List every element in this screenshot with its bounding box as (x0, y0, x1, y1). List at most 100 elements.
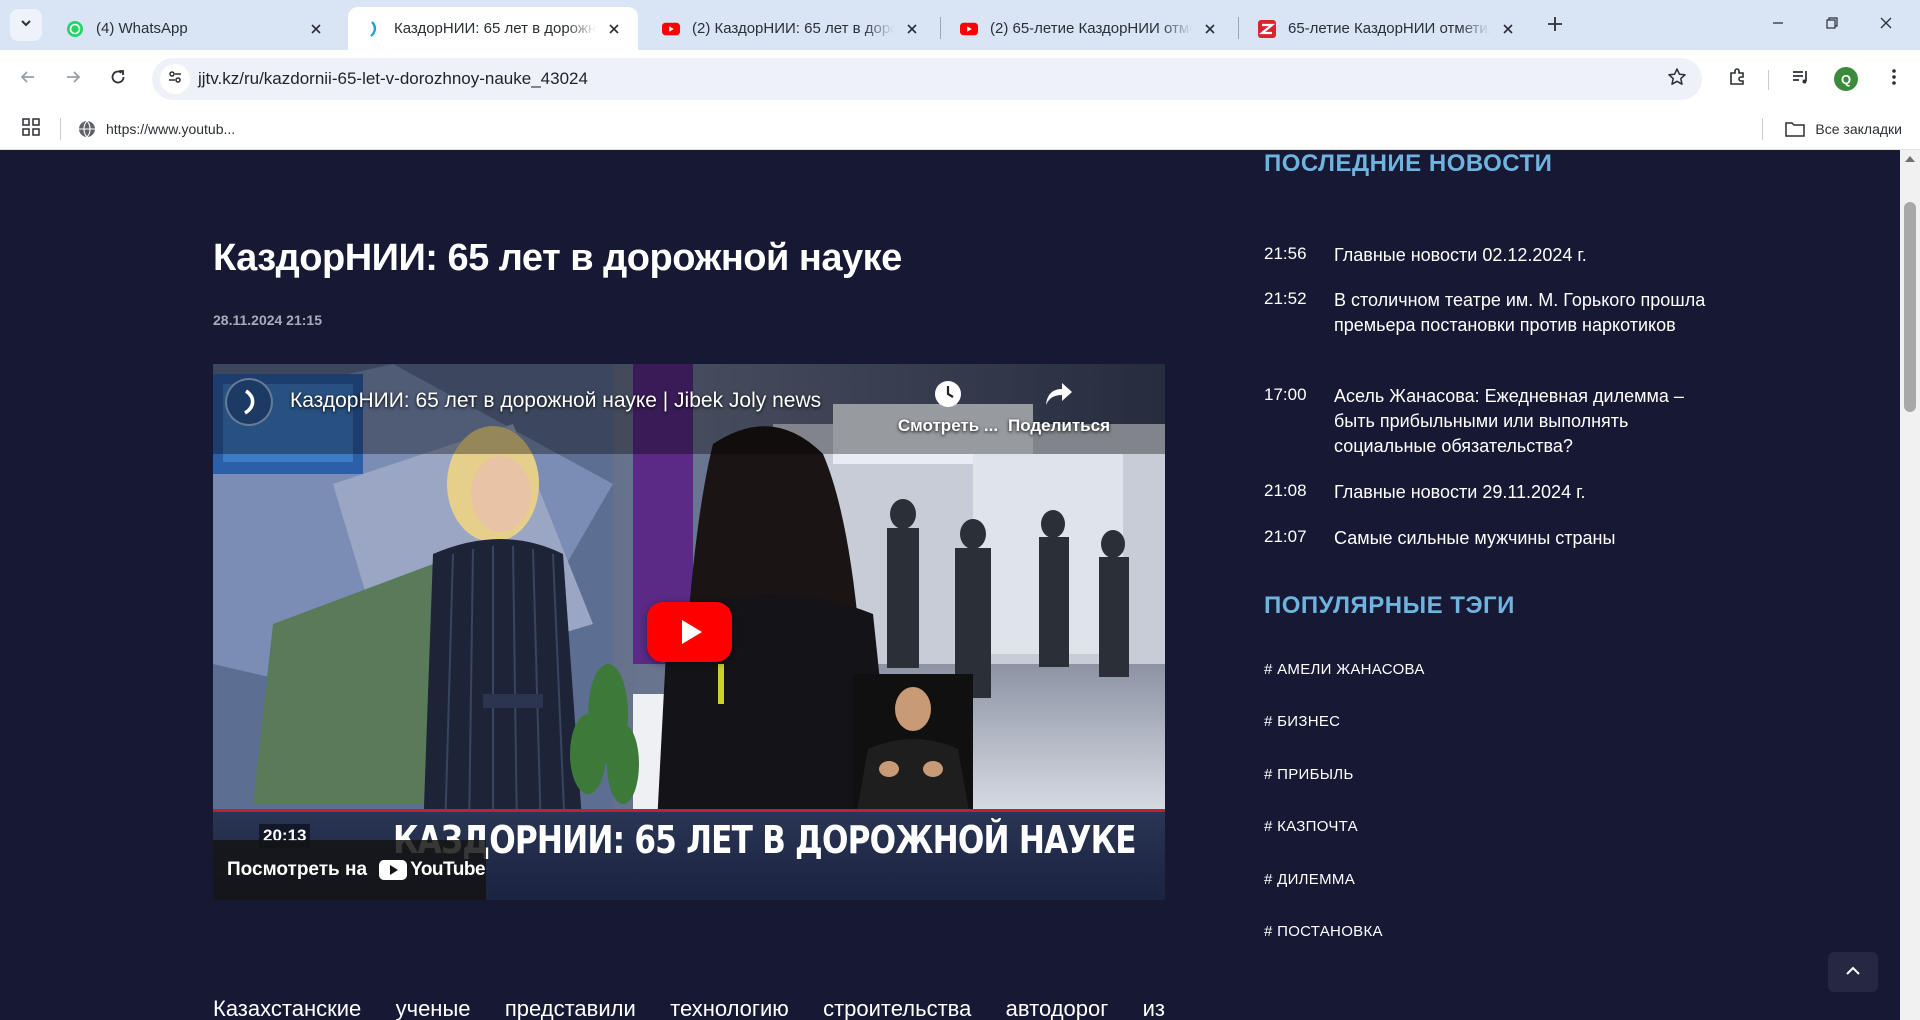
media-queue-icon (1791, 67, 1811, 92)
tab-title: (4) WhatsApp (96, 20, 188, 37)
tag-link[interactable]: # ПОСТАНОВКА (1264, 923, 1383, 940)
restore-icon (1825, 16, 1839, 35)
share-button[interactable]: Поделиться (1004, 378, 1114, 436)
extensions-button[interactable] (1720, 62, 1754, 96)
youtube-icon (379, 860, 408, 880)
site-info-button[interactable] (160, 64, 190, 94)
news-item[interactable]: 21:56 Главные новости 02.12.2024 г. (1264, 243, 1714, 268)
youtube-icon (960, 20, 978, 38)
arrow-left-icon (19, 68, 37, 91)
news-link[interactable]: Асель Жанасова: Ежедневная дилемма – быт… (1334, 384, 1714, 459)
watch-on-youtube-button[interactable]: Посмотреть на YouTube (213, 840, 486, 900)
video-title[interactable]: КаздорНИИ: 65 лет в дорожной науке | Jib… (290, 389, 821, 413)
article-date: 28.11.2024 21:15 (213, 312, 322, 328)
all-bookmarks-button[interactable]: Все закладки (1785, 116, 1902, 142)
youtube-icon (662, 20, 680, 38)
apps-grid-icon (22, 117, 40, 141)
scroll-to-top-button[interactable] (1828, 952, 1878, 992)
popular-tags-heading: ПОПУЛЯРНЫЕ ТЭГИ (1264, 592, 1515, 619)
restore-button[interactable] (1810, 8, 1854, 42)
bookmark-star-button[interactable] (1664, 66, 1690, 92)
tab-zakon[interactable]: 65-летие КаздорНИИ отметили (1242, 7, 1532, 50)
share-label: Поделиться (1007, 416, 1111, 435)
tab-strip: (4) WhatsApp КаздорНИИ: 65 лет в дорожно… (0, 0, 1920, 50)
avatar: Q (1834, 67, 1858, 91)
tag-link[interactable]: # АМЕЛИ ЖАНАСОВА (1264, 661, 1425, 678)
url-text[interactable]: jjtv.kz/ru/kazdornii-65-let-v-dorozhnoy-… (198, 69, 588, 89)
tab-title: (2) 65-летие КаздорНИИ отметили (990, 20, 1192, 37)
watch-later-button[interactable]: Смотреть ... (893, 378, 1003, 436)
tab-search-button[interactable] (10, 9, 42, 41)
media-control-button[interactable] (1784, 62, 1818, 96)
scroll-up-arrow[interactable] (1905, 156, 1915, 162)
close-icon[interactable] (902, 19, 922, 39)
plus-icon (1547, 16, 1563, 37)
minimize-icon (1771, 16, 1785, 35)
address-bar[interactable]: jjtv.kz/ru/kazdornii-65-let-v-dorozhnoy-… (152, 58, 1702, 100)
all-bookmarks-label: Все закладки (1815, 121, 1902, 137)
news-link[interactable]: Главные новости 02.12.2024 г. (1334, 243, 1714, 268)
close-window-button[interactable] (1864, 8, 1908, 42)
tune-icon (167, 69, 183, 90)
browser-menu-button[interactable] (1877, 62, 1911, 96)
web-page: КаздорНИИ: 65 лет в дорожной науке 28.11… (0, 150, 1900, 1020)
lower-third-caption: КАЗДОРНИИ: 65 ЛЕТ В ДОРОЖНОЙ НАУКЕ (393, 818, 1137, 862)
news-time: 21:56 (1264, 244, 1307, 263)
zakon-icon (1258, 19, 1276, 38)
news-time: 21:52 (1264, 289, 1307, 308)
profile-button[interactable]: Q (1829, 62, 1863, 96)
toolbar-divider (1768, 70, 1769, 90)
youtube-logo-text: YouTube (410, 859, 486, 880)
watch-later-label: Смотреть ... (897, 416, 999, 435)
tab-youtube-1[interactable]: (2) КаздорНИИ: 65 лет в дорожной науке (646, 7, 936, 50)
scroll-thumb[interactable] (1904, 202, 1916, 412)
bookmark-label: https://www.youtub... (106, 121, 236, 137)
apps-button[interactable] (20, 117, 42, 141)
play-button[interactable] (647, 602, 732, 662)
tag-link[interactable]: # БИЗНЕС (1264, 713, 1340, 730)
close-icon[interactable] (1200, 19, 1220, 39)
tag-link[interactable]: # ДИЛЕММА (1264, 871, 1355, 888)
bookmarks-divider (1762, 118, 1763, 140)
news-item[interactable]: 21:07 Самые сильные мужчины страны (1264, 526, 1714, 551)
puzzle-icon (1727, 67, 1747, 92)
new-tab-button[interactable] (1540, 11, 1570, 41)
youtube-logo: YouTube (379, 859, 486, 881)
youtube-embed[interactable]: КаздорНИИ: 65 лет в дорожной науке | Jib… (213, 364, 1165, 900)
article-lead: Казахстанские ученые представили техноло… (213, 996, 1165, 1020)
news-link[interactable]: Главные новости 29.11.2024 г. (1334, 480, 1714, 505)
close-icon[interactable] (1498, 19, 1518, 39)
tab-youtube-2[interactable]: (2) 65-летие КаздорНИИ отметили (944, 7, 1234, 50)
reload-button[interactable] (101, 62, 135, 96)
close-icon[interactable] (306, 19, 326, 39)
bookmarks-divider (60, 118, 61, 140)
channel-avatar[interactable] (225, 378, 273, 426)
bookmark-item[interactable]: https://www.youtub... (78, 116, 235, 142)
more-vert-icon (1891, 67, 1897, 92)
news-link[interactable]: В столичном театре им. М. Горького прошл… (1334, 288, 1714, 338)
news-time: 21:08 (1264, 481, 1307, 500)
whatsapp-icon (66, 20, 84, 38)
watch-on-label: Посмотреть на (227, 859, 368, 880)
forward-button[interactable] (56, 62, 90, 96)
back-button[interactable] (11, 62, 45, 96)
news-item[interactable]: 21:52 В столичном театре им. М. Горького… (1264, 288, 1714, 338)
tag-link[interactable]: # КАЗПОЧТА (1264, 818, 1358, 835)
close-icon[interactable] (604, 19, 624, 39)
tab-whatsapp[interactable]: (4) WhatsApp (50, 7, 340, 50)
star-icon (1667, 67, 1687, 92)
news-time: 21:07 (1264, 527, 1307, 546)
tag-link[interactable]: # ПРИБЫЛЬ (1264, 766, 1354, 783)
arrow-right-icon (64, 68, 82, 91)
share-icon (1043, 378, 1075, 410)
minimize-button[interactable] (1756, 8, 1800, 42)
chevron-down-icon (19, 16, 33, 35)
news-item[interactable]: 17:00 Асель Жанасова: Ежедневная дилемма… (1264, 384, 1714, 459)
tab-title: (2) КаздорНИИ: 65 лет в дорожной науке (692, 20, 894, 37)
tab-kazdornii-active[interactable]: КаздорНИИ: 65 лет в дорожной науке (348, 7, 638, 50)
article-title: КаздорНИИ: 65 лет в дорожной науке (213, 237, 902, 279)
news-link[interactable]: Самые сильные мужчины страны (1334, 526, 1714, 551)
close-icon (1879, 16, 1893, 35)
page-scrollbar[interactable] (1900, 150, 1920, 1020)
news-item[interactable]: 21:08 Главные новости 29.11.2024 г. (1264, 480, 1714, 505)
